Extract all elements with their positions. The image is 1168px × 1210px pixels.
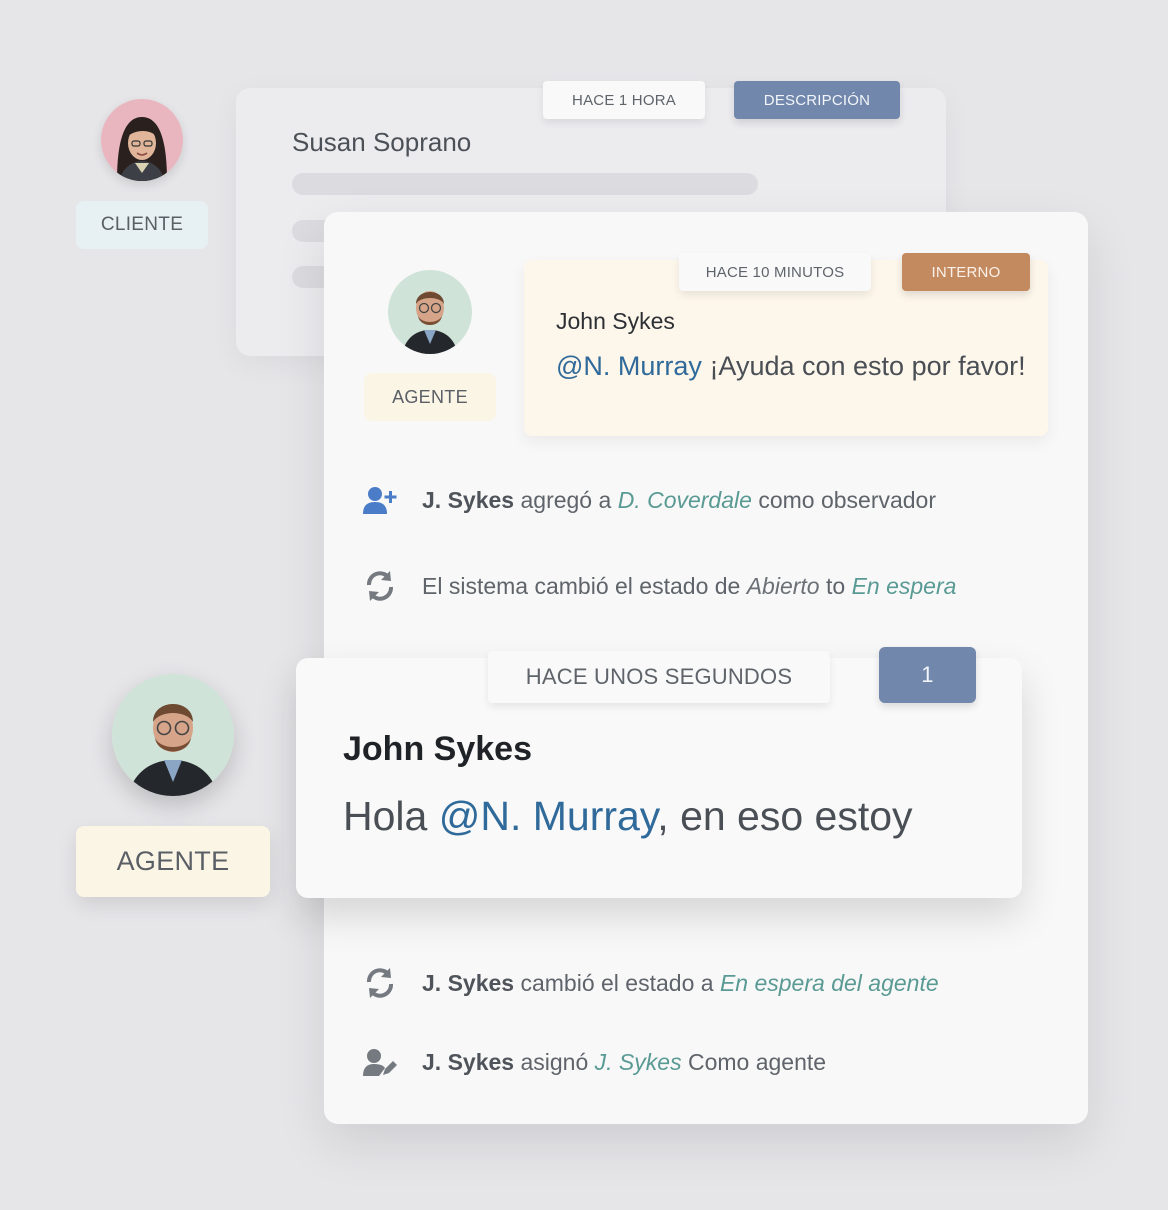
ticket-time-label: HACE 1 HORA (572, 91, 676, 109)
activity-from-status: Abierto (746, 572, 820, 599)
activity-to-status: En espera (851, 572, 957, 599)
description-tab-label: DESCRIPCIÓN (763, 91, 871, 109)
reply-text: , en eso estoy (657, 793, 913, 839)
user-edit-icon (362, 1044, 398, 1080)
note-time-tab: HACE 10 MINUTOS (679, 253, 871, 291)
note-time-label: HACE 10 MINUTOS (705, 263, 845, 281)
note-text: ¡Ayuda con esto por favor! (709, 351, 1026, 381)
activity-verb: agregó a (520, 486, 612, 513)
ticket-time-tab: HACE 1 HORA (543, 81, 705, 119)
activity-target[interactable]: D. Coverdale (618, 487, 752, 514)
activity-prefix: El sistema cambió el estado de (422, 572, 741, 599)
reply-greeting: Hola (343, 793, 428, 839)
reply-count-label: 1 (921, 662, 934, 687)
activity-to-word: to (825, 572, 846, 599)
activity-row-status-system: El sistema cambió el estado de Abierto t… (362, 568, 956, 604)
agent-role-badge: AGENTE (364, 373, 496, 421)
mention-link[interactable]: @N. Murray (556, 351, 702, 381)
client-role-badge: CLIENTE (76, 201, 208, 249)
activity-target[interactable]: J. Sykes (595, 1049, 682, 1076)
agent-avatar (388, 270, 472, 354)
sync-icon (362, 965, 398, 1001)
activity-actor: J. Sykes (422, 486, 515, 513)
activity-actor: J. Sykes (422, 1048, 515, 1075)
activity-verb: asignó (520, 1048, 589, 1075)
client-avatar (101, 99, 183, 181)
description-tab[interactable]: DESCRIPCIÓN (734, 81, 900, 119)
reply-message: Hola @N. Murray, en eso estoy (343, 793, 913, 840)
reply-count-tab[interactable]: 1 (879, 647, 976, 703)
reply-time-tab: HACE UNOS SEGUNDOS (488, 651, 830, 703)
reply-agent-avatar (112, 674, 234, 796)
activity-row-assign: J. Sykes asignó J. Sykes Como agente (362, 1044, 826, 1080)
agent-role-label: AGENTE (392, 386, 468, 407)
client-role-label: CLIENTE (100, 214, 184, 235)
reply-agent-role-badge: AGENTE (76, 826, 270, 897)
activity-actor: J. Sykes (422, 969, 515, 996)
reply-author: John Sykes (343, 730, 532, 768)
text-placeholder-line (292, 173, 758, 195)
mention-link[interactable]: @N. Murray (439, 793, 658, 839)
activity-row-observer: J. Sykes agregó a D. Coverdale como obse… (362, 482, 936, 518)
activity-target: En espera del agente (719, 969, 939, 996)
sync-icon (362, 568, 398, 604)
internal-tab-label: INTERNO (931, 263, 1001, 281)
note-message: @N. Murray ¡Ayuda con esto por favor! (556, 351, 1026, 382)
activity-suffix: Como agente (687, 1048, 827, 1075)
ticket-customer-name: Susan Soprano (292, 127, 472, 157)
activity-verb: cambió el estado a (520, 969, 714, 996)
activity-row-status-agent: J. Sykes cambió el estado a En espera de… (362, 965, 939, 1001)
internal-tab[interactable]: INTERNO (902, 253, 1030, 291)
reply-agent-role-label: AGENTE (116, 846, 230, 876)
user-plus-icon (362, 482, 398, 518)
reply-time-label: HACE UNOS SEGUNDOS (525, 664, 793, 689)
note-author: John Sykes (556, 308, 675, 334)
activity-suffix: como observador (758, 486, 937, 513)
